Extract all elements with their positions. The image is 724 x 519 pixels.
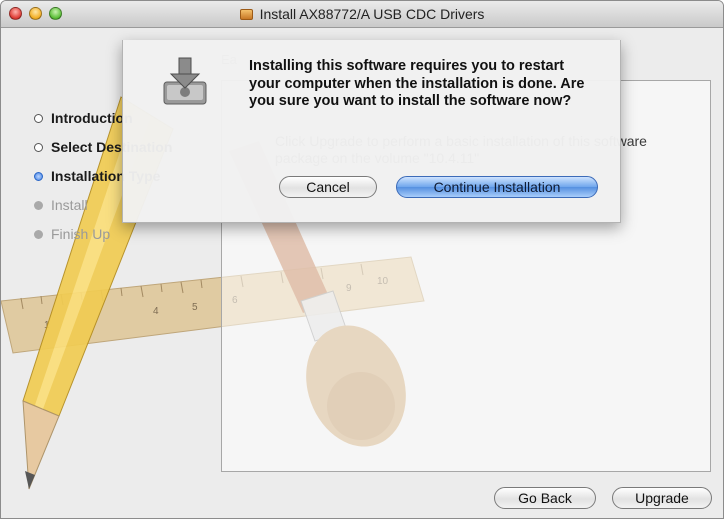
cancel-button[interactable]: Cancel: [279, 176, 377, 198]
package-icon: [239, 9, 253, 20]
ruler-number: 5: [192, 302, 198, 313]
continue-installation-button[interactable]: Continue Installation: [396, 176, 598, 198]
step-bullet-icon: [34, 114, 43, 123]
upgrade-button[interactable]: Upgrade: [612, 487, 712, 509]
installer-window: Install AX88772/A USB CDC Drivers 1 4 5 …: [0, 0, 724, 519]
window-title-container: Install AX88772/A USB CDC Drivers: [1, 6, 723, 22]
window-title: Install AX88772/A USB CDC Drivers: [259, 6, 485, 22]
restart-confirmation-sheet: Installing this software requires you to…: [122, 40, 621, 223]
step-label: Finish Up: [51, 226, 111, 242]
step-introduction: Introduction: [34, 108, 133, 128]
step-label: Introduction: [51, 110, 133, 126]
step-bullet-icon: [34, 201, 43, 210]
ruler-number: 1: [44, 320, 50, 331]
step-finish-up: Finish Up: [34, 224, 110, 244]
installer-disk-icon: [163, 57, 207, 105]
step-bullet-icon: [34, 143, 43, 152]
step-bullet-icon: [34, 230, 43, 239]
go-back-button[interactable]: Go Back: [494, 487, 596, 509]
sheet-message: Installing this software requires you to…: [249, 58, 585, 109]
step-bullet-icon: [34, 172, 43, 181]
ruler-number: 4: [153, 306, 159, 317]
step-label: Install: [51, 197, 88, 213]
title-bar[interactable]: Install AX88772/A USB CDC Drivers: [1, 1, 723, 28]
step-install: Install: [34, 195, 88, 215]
